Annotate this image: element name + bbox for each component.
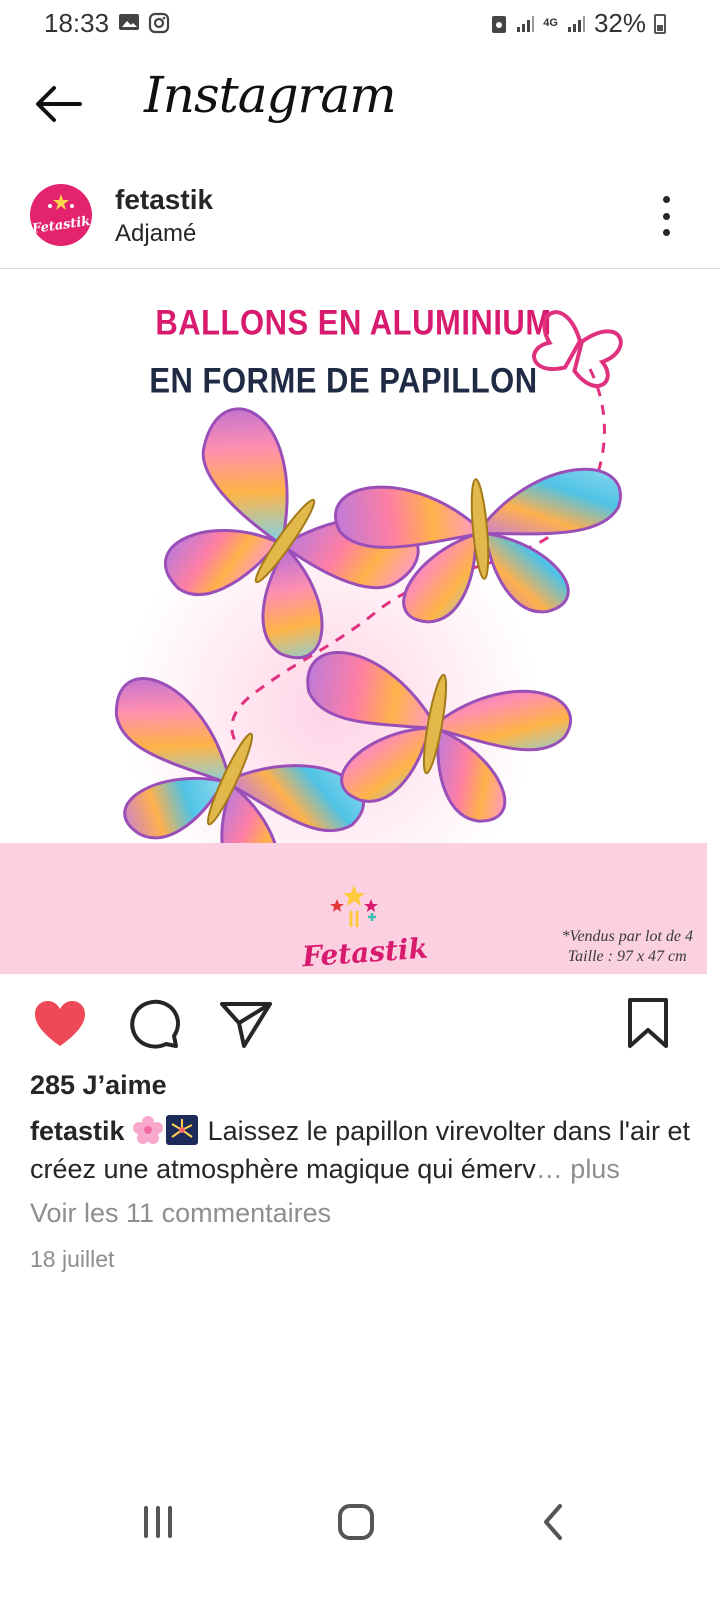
post-caption: fetastik Laissez le papillon virevolter … xyxy=(30,1112,690,1188)
caption-more-link[interactable]: plus xyxy=(570,1154,620,1184)
dot-2 xyxy=(662,212,670,220)
lot-size-note: *Vendus par lot de 4 Taille : 97 x 47 cm xyxy=(561,927,693,967)
post-image[interactable]: BALLONS EN ALUMINIUM EN FORME DE PAPILLO… xyxy=(0,269,707,974)
three-dots-vertical-icon xyxy=(662,196,670,203)
signal-icon xyxy=(517,15,535,32)
dot-3 xyxy=(662,229,670,236)
back-button[interactable] xyxy=(30,76,86,132)
heart-filled-icon xyxy=(35,1001,85,1046)
gallery-notification-icon xyxy=(119,14,139,30)
brand-stars-icon xyxy=(330,885,378,927)
post-username[interactable]: fetastik xyxy=(115,184,213,216)
bookmark-icon xyxy=(628,998,668,1048)
recents-icon xyxy=(144,1506,172,1538)
nav-recents-button[interactable] xyxy=(134,1498,182,1546)
comment-button[interactable] xyxy=(126,996,182,1052)
status-bar: 18:33 4G 32% xyxy=(0,0,720,46)
status-time: 18:33 xyxy=(44,8,110,38)
instagram-logo-title: Instagram xyxy=(144,66,397,124)
outline-butterfly xyxy=(532,310,623,388)
instagram-notification-icon xyxy=(148,12,170,34)
post-date: 18 juillet xyxy=(30,1246,115,1272)
system-nav-bar xyxy=(0,1480,720,1560)
view-comments-link[interactable]: Voir les 11 commentaires xyxy=(30,1198,331,1229)
save-button[interactable] xyxy=(620,996,676,1052)
arrow-left-icon xyxy=(36,86,82,122)
home-icon xyxy=(338,1504,374,1540)
battery-icon xyxy=(654,13,666,34)
post-header: Fetastik fetastik Adjamé xyxy=(0,172,720,268)
comment-bubble-icon xyxy=(130,999,180,1049)
cherry-blossom-emoji-icon xyxy=(133,1116,164,1144)
nav-home-button[interactable] xyxy=(332,1498,380,1546)
paper-plane-icon xyxy=(220,1002,272,1048)
nav-back-button[interactable] xyxy=(530,1498,578,1546)
lot-note-line2: Taille : 97 x 47 cm xyxy=(567,948,687,965)
avatar[interactable]: Fetastik xyxy=(30,184,92,246)
butterfly-2 xyxy=(334,467,622,624)
post-location[interactable]: Adjamé xyxy=(115,220,196,248)
likes-count[interactable]: 285 J’aime xyxy=(30,1070,167,1101)
caption-username[interactable]: fetastik xyxy=(30,1116,125,1146)
like-button[interactable] xyxy=(32,996,88,1052)
share-button[interactable] xyxy=(218,996,274,1052)
nav-back-icon xyxy=(544,1504,562,1540)
signal-icon-2 xyxy=(567,15,585,32)
post-actions xyxy=(0,990,720,1054)
caption-ellipsis: … xyxy=(535,1154,563,1184)
lot-note-line1: *Vendus par lot de 4 xyxy=(561,928,693,945)
image-footer-band: Fetastik *Vendus par lot de 4 Taille : 9… xyxy=(0,843,707,974)
brand-logo: Fetastik xyxy=(301,881,429,973)
alarm-icon xyxy=(492,15,507,33)
brand-text: Fetastik xyxy=(301,931,429,974)
network-type: 4G xyxy=(543,17,558,29)
more-options-button[interactable] xyxy=(658,196,674,236)
fireworks-emoji-icon xyxy=(166,1115,199,1145)
app-header: Instagram xyxy=(0,52,720,152)
battery-percent: 32% xyxy=(593,8,646,38)
